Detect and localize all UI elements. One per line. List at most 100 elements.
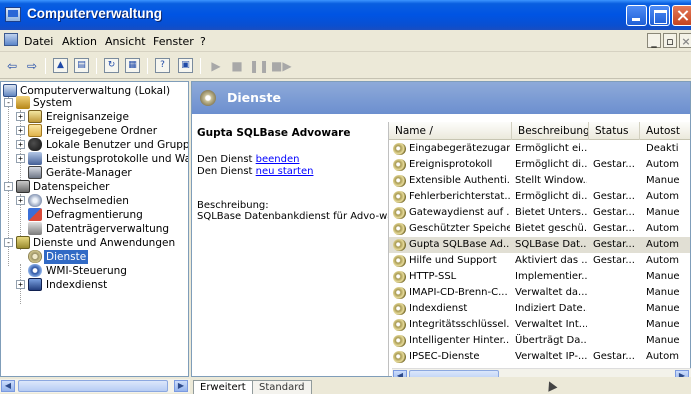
- up-folder-icon[interactable]: ▲: [53, 58, 68, 73]
- cell-description: Implementier...: [515, 271, 587, 282]
- close-button[interactable]: [672, 5, 691, 26]
- table-row[interactable]: Ereignisprotokoll Ermöglicht di... Gestar.…: [389, 157, 690, 173]
- service-gear-icon: [393, 255, 406, 267]
- stop-service-link[interactable]: beenden: [256, 154, 300, 165]
- forward-arrow-icon[interactable]: ⇨: [23, 57, 41, 75]
- table-row[interactable]: HTTP-SSL Implementier... Manue: [389, 269, 690, 285]
- users-icon: [28, 138, 42, 151]
- removable-media-icon: [28, 194, 42, 207]
- column-startup-type[interactable]: Autost: [640, 122, 690, 140]
- scroll-thumb[interactable]: [18, 380, 168, 392]
- show-tree-icon[interactable]: ▤: [74, 58, 89, 73]
- mdi-minimize-button[interactable]: _: [647, 33, 661, 48]
- menu-datei[interactable]: Datei: [24, 35, 53, 48]
- expand-icon[interactable]: +: [16, 196, 25, 205]
- start-service-icon[interactable]: ▶: [207, 57, 225, 75]
- menu-help[interactable]: ?: [200, 35, 206, 48]
- scroll-left-icon[interactable]: ◀: [1, 380, 15, 392]
- expand-icon[interactable]: +: [16, 154, 25, 163]
- menu-ansicht[interactable]: Ansicht: [105, 35, 146, 48]
- expand-icon[interactable]: +: [16, 280, 25, 289]
- restart-service-link[interactable]: neu starten: [256, 166, 314, 177]
- cell-name: Hilfe und Support: [409, 255, 497, 266]
- services-gear-icon: [200, 90, 216, 106]
- mdi-close-button[interactable]: ×: [679, 33, 691, 48]
- table-row[interactable]: Gupta SQLBase Ad... SQLBase Dat... Gestar.…: [389, 237, 690, 253]
- collapse-icon[interactable]: -: [4, 98, 13, 107]
- storage-icon: [16, 180, 30, 193]
- table-row[interactable]: Eingabegerätezugang Ermöglicht ei... Deakt…: [389, 141, 690, 157]
- tools-icon: [16, 96, 30, 109]
- toolbar-separator: [147, 58, 148, 74]
- tree-horizontal-scrollbar[interactable]: ◀ ▶: [0, 379, 190, 393]
- scroll-right-icon[interactable]: ▶: [174, 380, 188, 392]
- tab-erweitert[interactable]: Erweitert: [193, 380, 253, 394]
- cell-description: Indiziert Date...: [515, 303, 587, 314]
- pause-service-icon[interactable]: ❚❚: [249, 57, 269, 75]
- service-gear-icon: [393, 319, 406, 331]
- table-row[interactable]: Indexdienst Indiziert Date... Manue: [389, 301, 690, 317]
- table-row[interactable]: Extensible Authenti... Stellt Window... Ma…: [389, 173, 690, 189]
- mdi-controls: _ ▫ ×: [647, 33, 691, 49]
- expand-icon[interactable]: +: [16, 112, 25, 121]
- pane-header: Dienste: [192, 82, 690, 114]
- table-row[interactable]: Fehlerberichterstat... Ermöglicht di... Ge…: [389, 189, 690, 205]
- back-arrow-icon[interactable]: ⇦: [3, 57, 21, 75]
- cell-description: Ermöglicht ei...: [515, 143, 587, 154]
- cell-startup-type: Autom: [646, 239, 679, 250]
- column-description[interactable]: Beschreibung: [512, 122, 589, 140]
- cell-description: Überträgt Da...: [515, 335, 587, 346]
- properties-icon[interactable]: ▣: [178, 58, 193, 73]
- toolbar-separator: [200, 58, 201, 74]
- collapse-icon[interactable]: -: [4, 238, 13, 247]
- cell-name: Geschützter Speicher: [409, 223, 510, 234]
- expand-icon[interactable]: +: [16, 126, 25, 135]
- disk-management-icon: [28, 222, 42, 235]
- cell-name: Eingabegerätezugang: [409, 143, 510, 154]
- table-row[interactable]: Intelligenter Hinter... Überträgt Da... Ma…: [389, 333, 690, 349]
- description-text: SQLBase Datenbankdienst für Advo-ware: [197, 211, 404, 222]
- menu-aktion[interactable]: Aktion: [62, 35, 97, 48]
- table-row[interactable]: Integritätsschlüssel... Verwaltet Int... M…: [389, 317, 690, 333]
- cell-name: Gupta SQLBase Ad...: [409, 239, 510, 250]
- expand-icon[interactable]: +: [16, 140, 25, 149]
- table-row[interactable]: Geschützter Speicher Bietet geschü... Gest…: [389, 221, 690, 237]
- table-row[interactable]: IPSEC-Dienste Verwaltet IP-... Gestar... Au…: [389, 349, 690, 365]
- stop-service-icon[interactable]: ■: [228, 57, 246, 75]
- tab-standard[interactable]: Standard: [252, 380, 312, 394]
- console-tree: Computerverwaltung (Lokal) - System + Er…: [0, 81, 189, 377]
- table-row[interactable]: IMAPI-CD-Brenn-C... Verwaltet da... Manue: [389, 285, 690, 301]
- event-viewer-icon: [28, 110, 42, 123]
- cell-description: Verwaltet da...: [515, 287, 587, 298]
- cell-description: Aktiviert das ...: [515, 255, 587, 266]
- minimize-button[interactable]: [626, 5, 647, 26]
- table-row[interactable]: Hilfe und Support Aktiviert das ... Gestar…: [389, 253, 690, 269]
- service-gear-icon: [393, 223, 406, 235]
- mdi-restore-button[interactable]: ▫: [663, 33, 677, 48]
- bottom-bar: ◀ ▶ Erweitert Standard: [0, 377, 691, 394]
- collapse-icon[interactable]: -: [4, 182, 13, 191]
- cell-startup-type: Manue: [646, 271, 680, 282]
- column-status[interactable]: Status: [589, 122, 640, 140]
- menu-fenster[interactable]: Fenster: [153, 35, 194, 48]
- cell-name: Integritätsschlüssel...: [409, 319, 510, 330]
- title-bar: Computerverwaltung: [0, 0, 691, 30]
- help-icon[interactable]: ?: [155, 58, 170, 73]
- service-gear-icon: [393, 207, 406, 219]
- cell-startup-type: Manue: [646, 207, 680, 218]
- pane-title: Dienste: [227, 90, 281, 105]
- cell-name: IMAPI-CD-Brenn-C...: [409, 287, 508, 298]
- column-name[interactable]: Name /: [389, 122, 512, 140]
- maximize-button[interactable]: [649, 5, 670, 26]
- refresh-icon[interactable]: ↻: [104, 58, 119, 73]
- service-gear-icon: [393, 335, 406, 347]
- cell-description: Ermöglicht di...: [515, 159, 587, 170]
- cell-status: Gestar...: [593, 255, 635, 266]
- cell-name: Extensible Authenti...: [409, 175, 510, 186]
- table-row[interactable]: Gatewaydienst auf ... Bietet Unters... Ges…: [389, 205, 690, 221]
- restart-service-icon[interactable]: ■▶: [271, 57, 292, 75]
- export-list-icon[interactable]: ▦: [125, 58, 140, 73]
- mdi-document-icon[interactable]: [4, 33, 18, 46]
- cell-description: Bietet geschü...: [515, 223, 587, 234]
- cell-description: Stellt Window...: [515, 175, 587, 186]
